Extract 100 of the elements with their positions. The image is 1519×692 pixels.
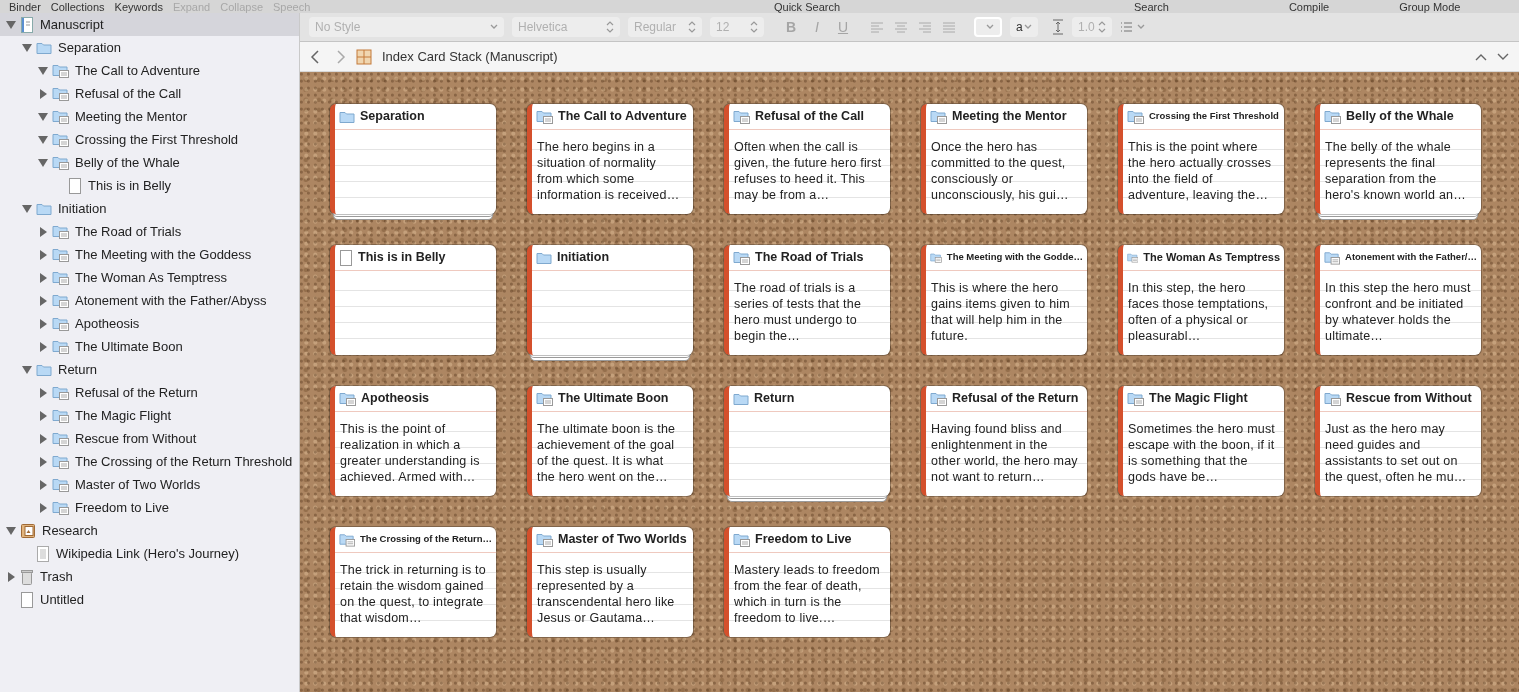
index-card[interactable]: Freedom to Live Mastery leads to freedom from the fear of death, which in turn is the freedom to live.…: [724, 527, 890, 637]
binder-item[interactable]: Rescue from Without: [0, 427, 299, 450]
card-title: The Road of Trials: [755, 249, 864, 267]
binder-item[interactable]: Freedom to Live: [0, 496, 299, 519]
disclosure-triangle-icon[interactable]: [20, 203, 34, 214]
toolbar-label[interactable]: Quick Search: [774, 1, 841, 13]
folder-with-document-icon: [1324, 391, 1341, 406]
index-card[interactable]: The Magic Flight Sometimes the hero must escape with the boon, if it is something that the gods have be…: [1118, 386, 1284, 496]
folder-with-document-icon: [52, 63, 69, 78]
index-card[interactable]: Atonement with the Father/… In this step the hero must confront and be initiated by whatever holds the ultimate…: [1315, 245, 1481, 355]
binder-item[interactable]: Wikipedia Link (Hero's Journey): [0, 542, 299, 565]
binder-item-label: Crossing the First Threshold: [75, 130, 239, 149]
folder-with-document-icon: [733, 532, 750, 547]
index-card[interactable]: The Call to Adventure The hero begins in a situation of normality from which some information is received…: [527, 104, 693, 214]
index-card[interactable]: Return: [724, 386, 890, 496]
index-card[interactable]: Apotheosis This is the point of realization in which a greater understanding is achieved. Armed with…: [330, 386, 496, 496]
folder-with-document-icon: [52, 477, 69, 492]
binder-item[interactable]: Refusal of the Return: [0, 381, 299, 404]
toolbar-label[interactable]: Keywords: [114, 1, 163, 13]
toolbar-label[interactable]: Collections: [50, 1, 105, 13]
card-synopsis: Having found bliss and enlightenment in the other world, the hero may not want to return…: [931, 421, 1079, 485]
binder-item-label: Wikipedia Link (Hero's Journey): [56, 544, 240, 563]
card-title: Apotheosis: [361, 390, 430, 408]
index-card[interactable]: Meeting the Mentor Once the hero has committed to the quest, consciously or unconsciously, his gui…: [921, 104, 1087, 214]
binder-item[interactable]: Separation: [0, 36, 299, 59]
folder-with-document-icon: [52, 247, 69, 262]
binder-item[interactable]: The Crossing of the Return Threshold: [0, 450, 299, 473]
binder-item-label: The Woman As Temptress: [75, 268, 227, 287]
binder-item[interactable]: The Meeting with the Goddess: [0, 243, 299, 266]
index-card[interactable]: Initiation: [527, 245, 693, 355]
folder-icon: [36, 363, 52, 376]
binder-item[interactable]: Untitled: [0, 588, 299, 611]
index-card[interactable]: Refusal of the Return Having found bliss and enlightenment in the other world, the hero may not want to return…: [921, 386, 1087, 496]
index-card[interactable]: The Ultimate Boon The ultimate boon is the achievement of the goal of the quest. It is what the hero went on the…: [527, 386, 693, 496]
folder-with-document-icon: [536, 532, 553, 547]
binder-item-label: Apotheosis: [75, 314, 140, 333]
justify-icon: [942, 21, 956, 33]
index-card[interactable]: Master of Two Worlds This step is usually represented by a transcendental hero like Jesus or Gautama…: [527, 527, 693, 637]
binder-item-label: Separation: [58, 38, 121, 57]
folder-with-document-icon: [52, 454, 69, 469]
binder-item[interactable]: Apotheosis: [0, 312, 299, 335]
index-card[interactable]: The Woman As Temptress In this step, the hero faces those temptations, often of a physical or pleasurabl…: [1118, 245, 1284, 355]
binder-item[interactable]: Meeting the Mentor: [0, 105, 299, 128]
toolbar-label[interactable]: Compile: [1288, 1, 1330, 13]
binder-item-label: Refusal of the Return: [75, 383, 198, 402]
binder-item[interactable]: The Call to Adventure: [0, 59, 299, 82]
folder-icon: [36, 41, 52, 54]
binder-item[interactable]: Initiation: [0, 197, 299, 220]
folder-with-document-icon: [52, 132, 69, 147]
field-value: Helvetica: [518, 19, 568, 36]
folder-with-document-icon: [1324, 109, 1341, 124]
toolbar-label[interactable]: Group Mode: [1399, 1, 1461, 13]
disclosure-triangle-icon[interactable]: [36, 65, 50, 76]
binder-item[interactable]: This is in Belly: [0, 174, 299, 197]
binder-item[interactable]: Manuscript: [0, 13, 299, 36]
toolbar-label[interactable]: Search: [1134, 1, 1169, 13]
folder-with-document-icon: [1324, 250, 1341, 265]
binder-item[interactable]: Refusal of the Call: [0, 82, 299, 105]
disclosure-triangle-icon[interactable]: [20, 42, 34, 53]
binder-item-label: The Crossing of the Return Threshold: [75, 452, 293, 471]
binder-item[interactable]: Master of Two Worlds: [0, 473, 299, 496]
field-value: No Style: [315, 19, 361, 36]
card-title: Return: [754, 390, 795, 408]
card-title: Rescue from Without: [1346, 390, 1472, 408]
folder-with-document-icon: [52, 339, 69, 354]
binder-item-label: Trash: [40, 567, 73, 586]
binder-item[interactable]: Trash: [0, 565, 299, 588]
card-title: The Woman As Temptress: [1143, 250, 1280, 266]
index-card[interactable]: The Road of Trials The road of trials is a series of tests that the hero must undergo to begin the…: [724, 245, 890, 355]
binder-item[interactable]: The Road of Trials: [0, 220, 299, 243]
binder-item[interactable]: Crossing the First Threshold: [0, 128, 299, 151]
binder-item[interactable]: Belly of the Whale: [0, 151, 299, 174]
index-card[interactable]: Separation: [330, 104, 496, 214]
disclosure-triangle-icon[interactable]: [4, 19, 18, 30]
binder-item-label: Belly of the Whale: [75, 153, 180, 172]
stepper-arrows-icon: [1098, 21, 1106, 33]
disclosure-triangle-icon[interactable]: [36, 111, 50, 122]
binder-item-label: This is in Belly: [88, 176, 172, 195]
index-card[interactable]: Refusal of the Call Often when the call is given, the future hero first refuses to heed it. This may be from a…: [724, 104, 890, 214]
index-card[interactable]: Crossing the First Threshold This is the point where the hero actually crosses into the field of adventure, leaving the…: [1118, 104, 1284, 214]
folder-with-document-icon: [52, 316, 69, 331]
binder-item[interactable]: Return: [0, 358, 299, 381]
disclosure-triangle-icon[interactable]: [36, 157, 50, 168]
binder-item[interactable]: The Ultimate Boon: [0, 335, 299, 358]
index-card[interactable]: The Crossing of the Return… The trick in returning is to retain the wisdom gained on the quest, to integrate that wisdom…: [330, 527, 496, 637]
index-card[interactable]: The Meeting with the Godde… This is where the hero gains items given to him that will help him in the future.: [921, 245, 1087, 355]
disclosure-triangle-icon[interactable]: [20, 364, 34, 375]
binder-item[interactable]: Research: [0, 519, 299, 542]
field-value: 12: [716, 19, 730, 36]
index-card[interactable]: Rescue from Without Just as the hero may need guides and assistants to set out on the quest, often he mu…: [1315, 386, 1481, 496]
binder-item[interactable]: The Woman As Temptress: [0, 266, 299, 289]
disclosure-triangle-icon[interactable]: [36, 134, 50, 145]
disclosure-triangle-icon[interactable]: [4, 525, 18, 536]
binder-item[interactable]: The Magic Flight: [0, 404, 299, 427]
index-card[interactable]: This is in Belly: [330, 245, 496, 355]
card-title: The Call to Adventure: [558, 108, 687, 126]
binder-item[interactable]: Atonement with the Father/Abyss: [0, 289, 299, 312]
card-synopsis: Often when the call is given, the future hero first refuses to heed it. This may be from a…: [734, 139, 882, 203]
index-card[interactable]: Belly of the Whale The belly of the whale represents the final separation from the hero's known world an…: [1315, 104, 1481, 214]
toolbar-label[interactable]: Binder: [9, 1, 41, 13]
